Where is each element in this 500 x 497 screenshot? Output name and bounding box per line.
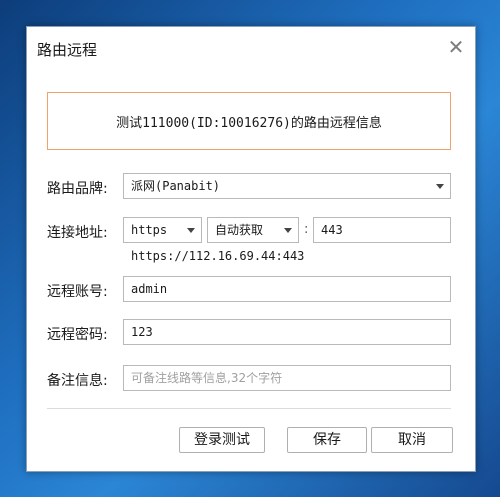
login-test-button[interactable]: 登录测试 bbox=[179, 427, 265, 453]
chevron-down-icon bbox=[187, 228, 195, 233]
port-input[interactable] bbox=[313, 217, 451, 243]
info-banner: 测试111000(ID:10016276)的路由远程信息 bbox=[47, 92, 451, 150]
title-bar: 路由远程 ✕ bbox=[27, 27, 475, 69]
dialog-title: 路由远程 bbox=[37, 41, 98, 59]
save-button[interactable]: 保存 bbox=[287, 427, 367, 453]
brand-value: 派网(Panabit) bbox=[131, 179, 221, 193]
password-label: 远程密码: bbox=[47, 327, 108, 343]
chevron-down-icon bbox=[436, 184, 444, 189]
chevron-down-icon bbox=[284, 228, 292, 233]
protocol-select[interactable]: https bbox=[123, 217, 202, 243]
password-input[interactable] bbox=[123, 319, 451, 345]
banner-text: 测试111000(ID:10016276)的路由远程信息 bbox=[116, 115, 382, 131]
brand-label: 路由品牌: bbox=[47, 181, 108, 197]
remark-label: 备注信息: bbox=[47, 373, 108, 389]
close-icon[interactable]: ✕ bbox=[445, 36, 467, 58]
divider bbox=[47, 408, 451, 409]
remote-dialog: 路由远程 ✕ 测试111000(ID:10016276)的路由远程信息 路由品牌… bbox=[26, 26, 476, 472]
connection-url: https://112.16.69.44:443 bbox=[131, 249, 305, 263]
account-label: 远程账号: bbox=[47, 284, 108, 300]
cancel-button[interactable]: 取消 bbox=[371, 427, 453, 453]
brand-select[interactable]: 派网(Panabit) bbox=[123, 173, 451, 199]
port-separator: : bbox=[304, 222, 309, 237]
remark-input[interactable] bbox=[123, 365, 451, 391]
protocol-value: https bbox=[131, 223, 168, 237]
account-input[interactable] bbox=[123, 276, 451, 302]
mode-value: 自动获取 bbox=[215, 223, 264, 237]
mode-select[interactable]: 自动获取 bbox=[207, 217, 299, 243]
address-label: 连接地址: bbox=[47, 225, 108, 241]
